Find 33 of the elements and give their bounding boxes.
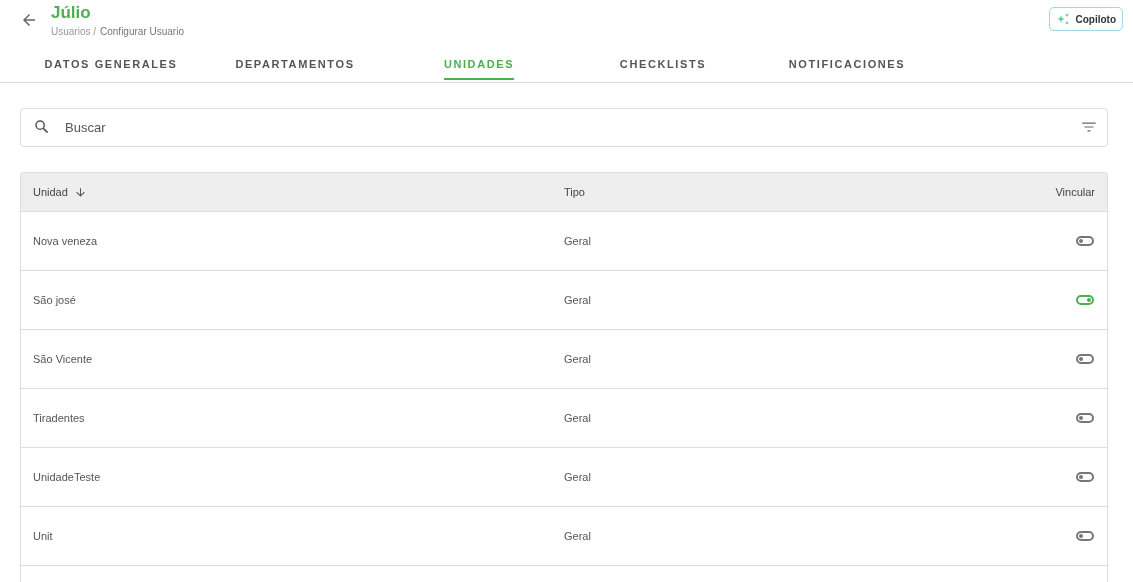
- toggle-switch[interactable]: [1076, 295, 1094, 305]
- table-cell-text: Tiradentes: [33, 412, 86, 424]
- table-cell-text: Geral: [564, 294, 592, 306]
- toggle-switch[interactable]: [1076, 413, 1094, 423]
- column-label: Unidad: [33, 186, 68, 198]
- search-field[interactable]: Buscar: [20, 108, 1108, 147]
- toggle-switch[interactable]: [1076, 354, 1094, 364]
- sparkle-icon: [1056, 13, 1071, 25]
- column-header: Tipo: [564, 186, 586, 198]
- tab[interactable]: CHECKLISTS: [619, 58, 707, 80]
- table-cell-text: UnidadeTeste: [33, 471, 102, 483]
- breadcrumb-current: Configurar Usuario: [100, 26, 184, 37]
- sort-arrow-icon: [73, 185, 87, 199]
- sort-header[interactable]: Unidad: [33, 185, 564, 199]
- table-cell-text: Geral: [564, 235, 592, 247]
- table-cell-text: Geral: [564, 530, 592, 542]
- tab[interactable]: DEPARTAMENTOS: [235, 58, 355, 80]
- table-cell-text: Geral: [564, 471, 592, 483]
- toggle-switch[interactable]: [1076, 236, 1094, 246]
- column-header: Vincular: [1055, 186, 1095, 198]
- search-icon: [33, 118, 51, 136]
- table-cell-text: Geral: [564, 412, 592, 424]
- table-cell-text: Unit: [33, 530, 54, 542]
- table-cell-text: São josé: [33, 294, 77, 306]
- table-cell-text: Geral: [564, 353, 592, 365]
- table-cell-text: Nova veneza: [33, 235, 99, 247]
- copilot-button[interactable]: Copiloto: [1049, 7, 1123, 31]
- table-cell-text: São Vicente: [33, 353, 94, 365]
- tab[interactable]: NOTIFICACIONES: [788, 58, 906, 80]
- toggle-switch[interactable]: [1076, 531, 1094, 541]
- toggle-switch[interactable]: [1076, 472, 1094, 482]
- tab[interactable]: DATOS GENERALES: [44, 58, 178, 80]
- page-title: Júlio: [51, 4, 92, 22]
